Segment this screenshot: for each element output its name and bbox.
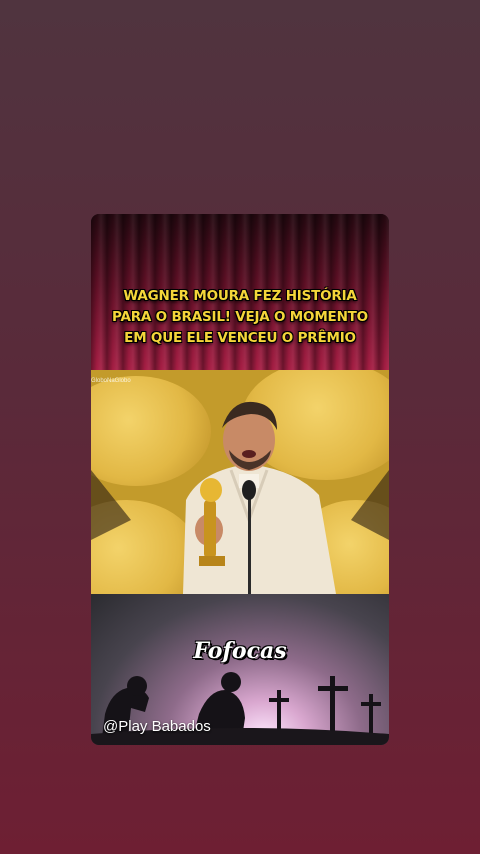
fofocas-banner: Fofocas @Play Babados bbox=[91, 594, 389, 745]
award-photo: GloboNaGlobo bbox=[91, 370, 389, 594]
story-card[interactable]: WAGNER MOURA FEZ HISTÓRIA PARA O BRASIL!… bbox=[91, 214, 389, 745]
curtain-header: WAGNER MOURA FEZ HISTÓRIA PARA O BRASIL!… bbox=[91, 214, 389, 370]
account-handle[interactable]: @Play Babados bbox=[103, 718, 211, 735]
winner-figure bbox=[91, 401, 389, 594]
post-headline: WAGNER MOURA FEZ HISTÓRIA PARA O BRASIL!… bbox=[112, 288, 368, 346]
banner-brand-title: Fofocas bbox=[193, 638, 287, 664]
